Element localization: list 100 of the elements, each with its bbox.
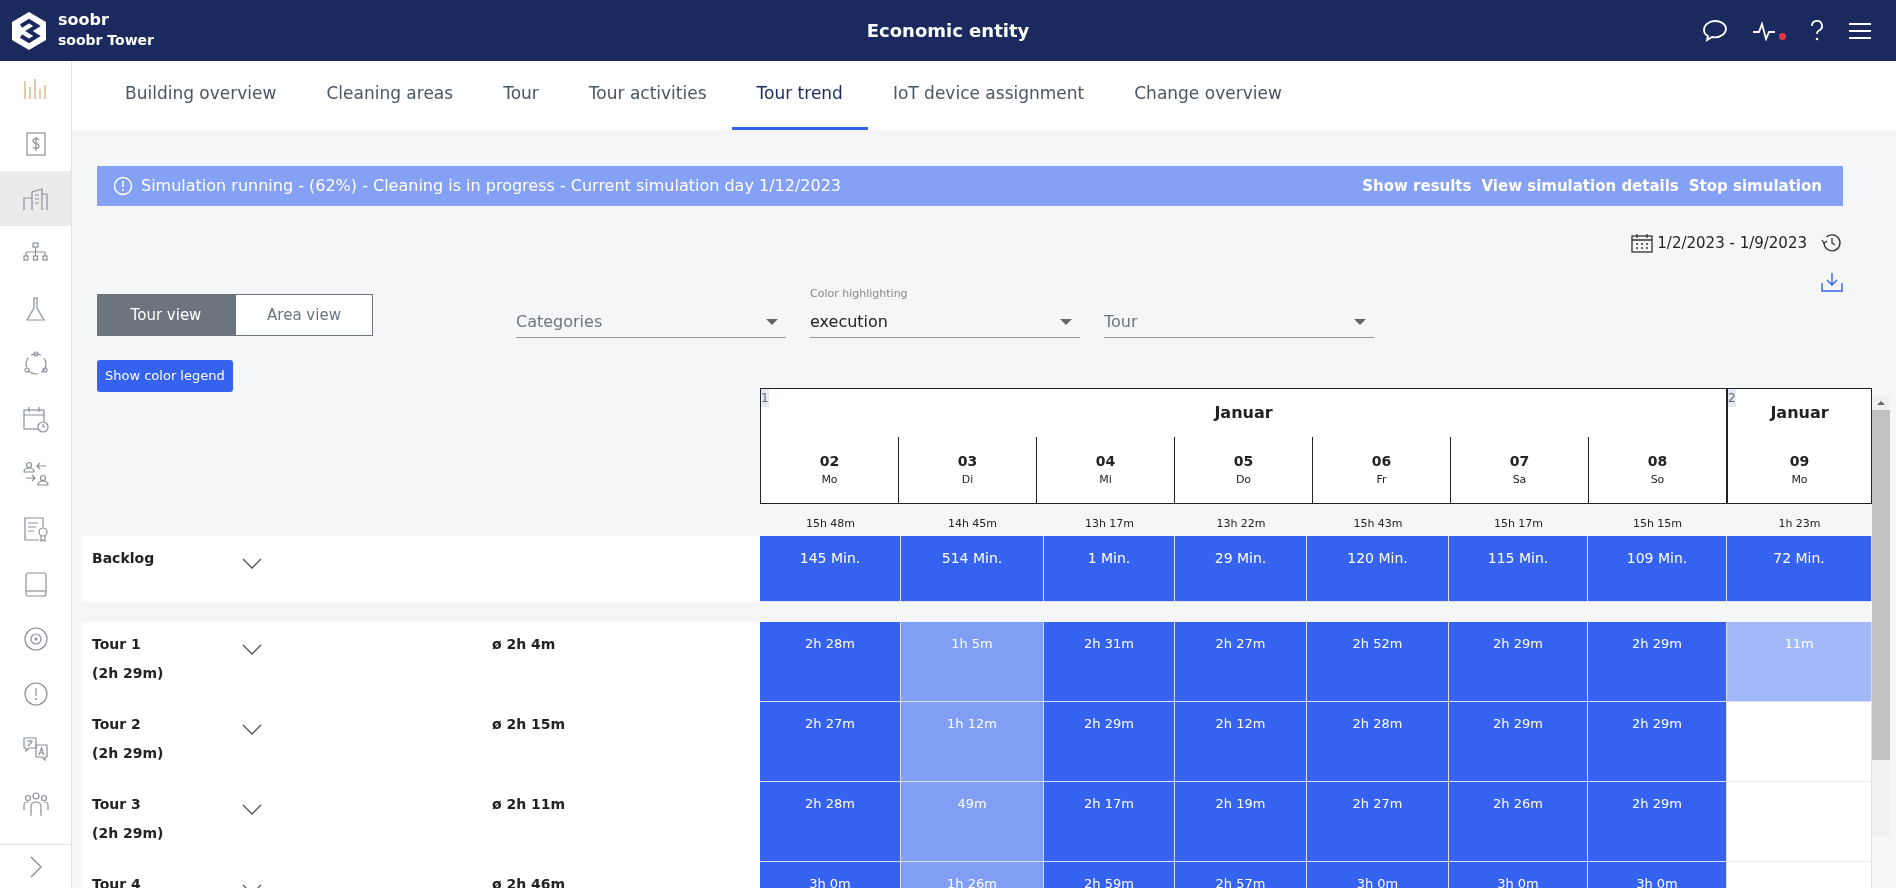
- row-average: ø 2h 11m: [492, 795, 566, 812]
- table-cell: 2h 59m: [1044, 861, 1175, 888]
- tab[interactable]: Tour activities: [563, 61, 732, 130]
- day-number: 09: [1789, 451, 1810, 471]
- expand-chevron-icon[interactable]: [242, 557, 262, 569]
- table-cell: 2h 19m: [1175, 781, 1307, 862]
- table-cell: 49m: [901, 781, 1044, 862]
- table-cell: 2h 27m: [760, 701, 901, 782]
- tab[interactable]: Tour trend: [731, 61, 868, 130]
- table-cell: 2h 29m: [1588, 621, 1727, 702]
- team-icon: [20, 789, 51, 818]
- table-cell: 120 Min.: [1307, 535, 1449, 602]
- caret-icon: [1060, 318, 1072, 325]
- dropdown-field[interactable]: Tour: [1104, 306, 1374, 338]
- download-icon[interactable]: [1821, 270, 1843, 293]
- row-total: (2h 29m): [92, 823, 165, 843]
- tab[interactable]: Change overview: [1109, 61, 1307, 130]
- tab[interactable]: Cleaning areas: [301, 61, 479, 130]
- table-cell: 29 Min.: [1175, 535, 1307, 602]
- row-label: Backlog: [92, 548, 156, 568]
- table-cell: 2h 57m: [1175, 861, 1307, 888]
- weekday: Di: [961, 471, 974, 488]
- day-total: 15h 15m: [1632, 516, 1683, 530]
- translate-icon: [20, 734, 51, 763]
- table-cell: 1h 26m: [901, 861, 1044, 888]
- day-number: 06: [1371, 451, 1392, 471]
- day-total: 1h 23m: [1778, 516, 1821, 530]
- row-label: Tour 4: [92, 874, 142, 888]
- row-label: Tour 3: [92, 794, 142, 814]
- weekday: Sa: [1512, 471, 1527, 488]
- table-cell: 2h 27m: [1175, 621, 1307, 702]
- day-number: 05: [1233, 451, 1254, 471]
- day-total: 13h 17m: [1084, 516, 1135, 530]
- row-label: Tour 2: [92, 714, 142, 734]
- day-total: 15h 43m: [1353, 516, 1403, 530]
- expand-chevron-icon[interactable]: [242, 803, 262, 815]
- table-cell: 11m: [1727, 621, 1872, 702]
- row-total: (2h 29m): [92, 743, 165, 763]
- day-number: 04: [1095, 451, 1116, 471]
- tab[interactable]: Tour: [478, 61, 564, 130]
- day-total: 14h 45m: [947, 516, 998, 530]
- caret-icon: [1354, 318, 1366, 325]
- table-cell: 72 Min.: [1727, 535, 1872, 602]
- day-total: 13h 22m: [1216, 516, 1266, 530]
- tab[interactable]: IoT device assignment: [867, 61, 1110, 130]
- table-cell: 3h 0m: [1588, 861, 1727, 888]
- dropdown-field[interactable]: execution: [810, 306, 1080, 338]
- table-cell: 1h 12m: [901, 701, 1044, 782]
- table-cell: 2h 28m: [760, 621, 901, 702]
- table-cell: 2h 31m: [1044, 621, 1175, 702]
- calendar-icon[interactable]: [1631, 233, 1654, 254]
- expand-chevron-icon[interactable]: [242, 723, 262, 735]
- table-cell: 2h 28m: [1307, 701, 1449, 782]
- sidebar-item[interactable]: [0, 171, 71, 226]
- month-name: Januar: [1214, 402, 1273, 422]
- alert-icon: [113, 176, 133, 196]
- table-cell: 2h 29m: [1449, 621, 1588, 702]
- weekday: Fr: [1376, 471, 1387, 488]
- date-range[interactable]: 1/2/2023 - 1/9/2023: [1657, 232, 1807, 255]
- page-title: Economic entity: [866, 20, 1030, 41]
- weekday: Mi: [1099, 471, 1112, 488]
- tab[interactable]: Building overview: [100, 61, 302, 130]
- simulation-status: Simulation running - (62%) - Cleaning is in progress - Current simulation day 1/12/2023: [141, 175, 841, 197]
- table-cell: 2h 17m: [1044, 781, 1175, 862]
- view-toggle-button[interactable]: Tour view: [97, 294, 235, 336]
- table-cell: 2h 28m: [760, 781, 901, 862]
- table-cell: 2h 29m: [1044, 701, 1175, 782]
- table-cell: 145 Min.: [760, 535, 901, 602]
- table-cell: 3h 0m: [1307, 861, 1449, 888]
- dropdown-field[interactable]: Categories: [516, 306, 786, 338]
- expand-chevron-icon[interactable]: [242, 643, 262, 655]
- calendar-clock-icon: [20, 404, 51, 433]
- field-label: Color highlighting: [810, 285, 909, 302]
- table-cell: 2h 52m: [1307, 621, 1449, 702]
- expand-chevron-icon[interactable]: [29, 855, 42, 878]
- show-color-legend-button[interactable]: Show color legend: [97, 360, 233, 392]
- week-number: 2: [1728, 388, 1736, 407]
- day-number: 07: [1509, 451, 1530, 471]
- scrollbar[interactable]: [1872, 395, 1890, 836]
- day-total: 15h 17m: [1493, 516, 1544, 530]
- table-cell: 1h 5m: [901, 621, 1044, 702]
- activity-icon[interactable]: [1752, 20, 1776, 41]
- weekday: Do: [1235, 471, 1252, 488]
- row-total: (2h 29m): [92, 663, 165, 683]
- table-cell: 2h 29m: [1449, 701, 1588, 782]
- caret-icon: [766, 318, 778, 325]
- help-icon[interactable]: [1810, 18, 1824, 43]
- table-cell: 2h 27m: [1307, 781, 1449, 862]
- view-toggle-button[interactable]: Area view: [235, 294, 373, 336]
- table-cell: 109 Min.: [1588, 535, 1727, 602]
- day-number: 02: [819, 451, 840, 471]
- menu-icon[interactable]: [1848, 20, 1872, 41]
- table-cell: 2h 26m: [1449, 781, 1588, 862]
- table-cell: 3h 0m: [1449, 861, 1588, 888]
- people-exchange-icon: [20, 459, 51, 488]
- table-cell: 2h 29m: [1588, 701, 1727, 782]
- row-average: ø 2h 15m: [492, 715, 566, 732]
- row-average: ø 2h 4m: [492, 635, 556, 652]
- table-cell: 2h 12m: [1175, 701, 1307, 782]
- chat-icon[interactable]: [1702, 18, 1728, 43]
